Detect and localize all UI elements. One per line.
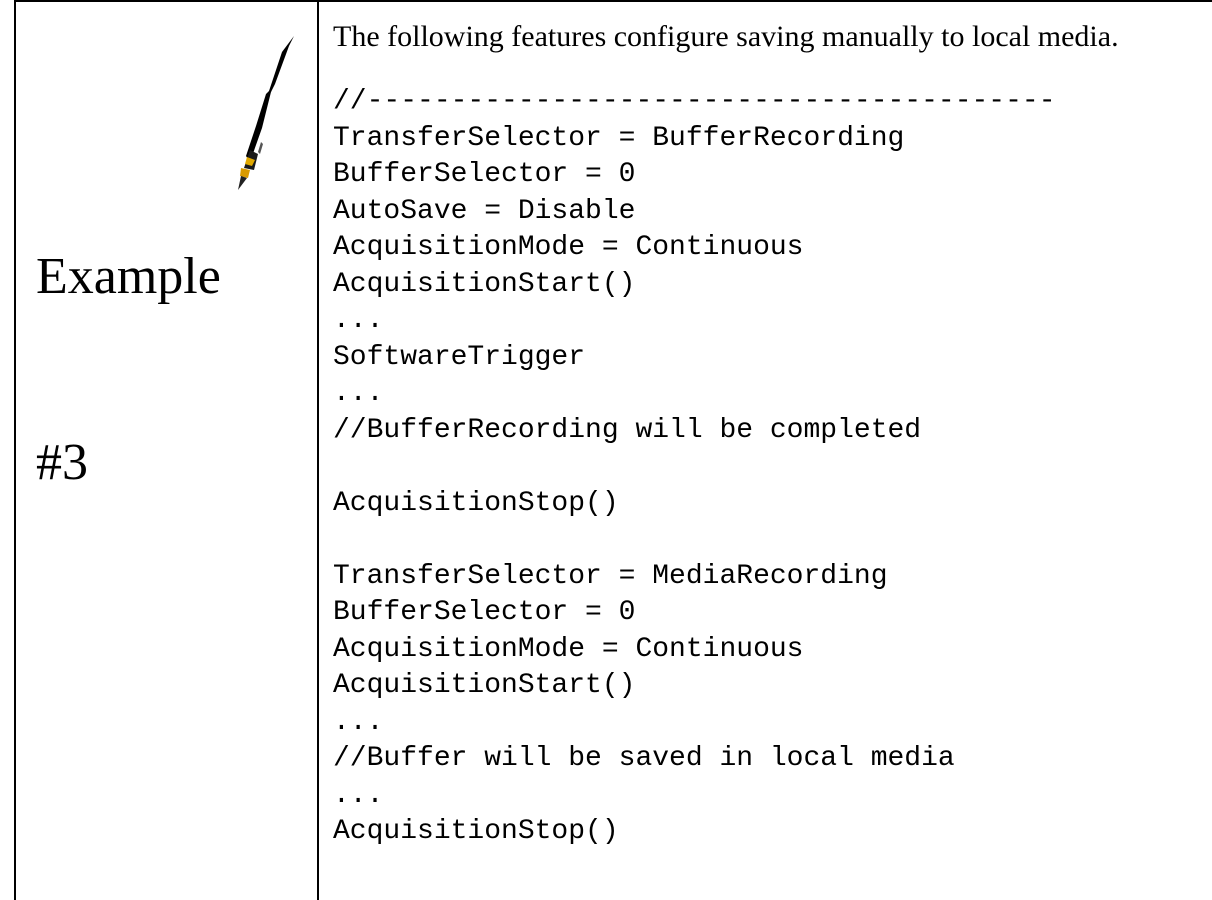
code-line: TransferSelector = BufferRecording (333, 122, 905, 154)
code-line: AcquisitionMode = Continuous (333, 232, 804, 263)
code-line: SoftwareTrigger (333, 341, 586, 373)
code-line: AcquisitionStop() (333, 487, 619, 519)
example-label-number: #3 (36, 434, 88, 491)
example-content-cell: The following features configure saving … (319, 2, 1212, 900)
code-line: BufferSelector = 0 (333, 159, 636, 190)
code-line: AutoSave = Disable (333, 195, 636, 227)
code-line: AcquisitionMode = Continuous (333, 633, 804, 665)
code-line: ... (333, 706, 384, 738)
code-line: BufferSelector = 0 (333, 597, 636, 628)
pen-icon (238, 36, 294, 190)
code-line: AcquisitionStart() (333, 670, 636, 701)
code-line: //--------------------------------------… (333, 86, 1056, 117)
code-line: ... (333, 305, 384, 336)
code-line: //BufferRecording will be completed (333, 414, 922, 446)
example-label-cell: Example #3 (16, 2, 319, 900)
code-line: ... (333, 378, 384, 409)
example-label: Example #3 (36, 122, 221, 618)
code-line: //Buffer will be saved in local media (333, 743, 955, 774)
code-line: AcquisitionStop() (333, 816, 619, 847)
code-line: TransferSelector = MediaRecording (333, 560, 888, 592)
intro-text: The following features configure saving … (333, 20, 1119, 53)
code-block: //--------------------------------------… (333, 84, 1056, 851)
code-line: ... (333, 779, 384, 811)
example-table: Example #3 The following features config… (14, 0, 1212, 900)
example-label-title: Example (36, 248, 221, 305)
code-line: AcquisitionStart() (333, 268, 636, 300)
